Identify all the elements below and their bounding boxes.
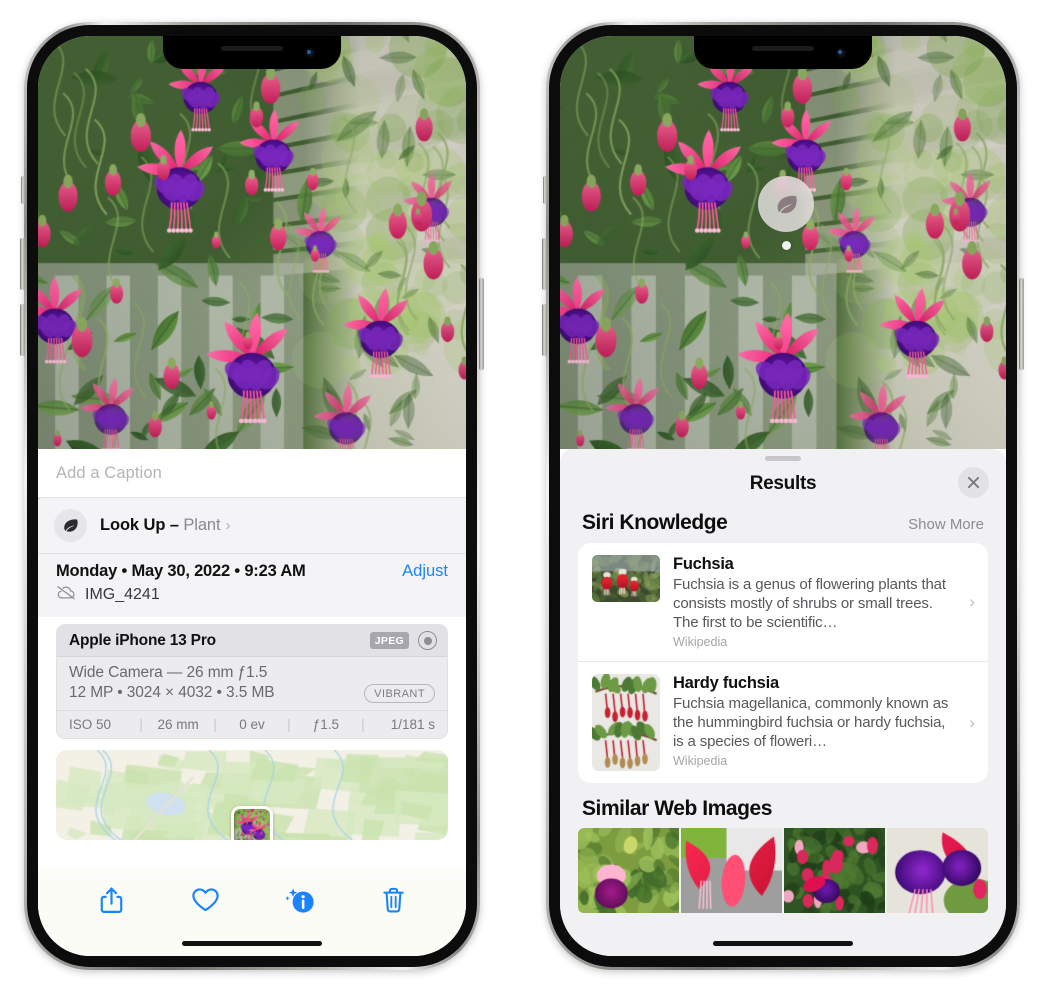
- front-camera: [305, 48, 315, 58]
- mute-switch[interactable]: [543, 176, 547, 204]
- web-image-thumbnail[interactable]: [887, 828, 988, 914]
- web-image-thumbnail[interactable]: [681, 828, 782, 914]
- look-up-label: Look Up – Plant ›: [100, 516, 230, 535]
- icloud-slash-icon: [56, 585, 76, 605]
- photo-date: Monday • May 30, 2022 • 9:23 AM: [56, 562, 306, 580]
- look-up-title: Look Up –: [100, 516, 179, 534]
- screenshot-stage: Add a Caption ✦ ✦ Look Up – Plant›: [0, 0, 1055, 985]
- pin-thumbnail: [234, 808, 270, 840]
- siri-knowledge-header: Siri Knowledge Show More: [560, 507, 1006, 543]
- visual-lookup-leaf-icon[interactable]: [758, 176, 814, 232]
- notch: [163, 36, 341, 69]
- chevron-right-icon: ›: [969, 592, 975, 612]
- result-source: Wikipedia: [673, 754, 728, 769]
- camera-device-name: Apple iPhone 13 Pro: [69, 631, 216, 649]
- exif-shutter: 1/181 s: [390, 716, 436, 732]
- result-source: Wikipedia: [673, 635, 728, 650]
- exif-exposure-bias: 0 ev: [239, 716, 265, 732]
- close-icon[interactable]: [958, 467, 989, 498]
- map-photo-pin[interactable]: [231, 805, 273, 840]
- look-up-subject: Plant: [183, 516, 221, 534]
- result-title: Hardy fuchsia: [673, 674, 779, 693]
- similar-web-images-header: Similar Web Images: [560, 783, 1006, 828]
- look-up-row[interactable]: ✦ ✦ Look Up – Plant›: [38, 492, 466, 553]
- fuchsia-photo: [38, 36, 466, 449]
- result-description: Fuchsia magellanica, commonly known as t…: [673, 695, 949, 751]
- section-title: Siri Knowledge: [582, 511, 728, 534]
- exif-aperture: ƒ1.5: [312, 716, 340, 732]
- results-sheet: Results Siri Knowledge Show More Fuchsia…: [560, 449, 1006, 956]
- volume-up-button[interactable]: [542, 238, 547, 290]
- lens-info: Wide Camera — 26 mm ƒ1.5: [69, 664, 268, 681]
- list-item[interactable]: Hardy fuchsia Fuchsia magellanica, commo…: [578, 661, 988, 783]
- list-item[interactable]: Fuchsia Fuchsia is a genus of flowering …: [578, 543, 988, 661]
- format-badge: JPEG: [369, 632, 409, 649]
- caption-placeholder: Add a Caption: [56, 463, 162, 482]
- aperture-icon: [418, 631, 437, 650]
- mute-switch[interactable]: [21, 176, 25, 204]
- camera-info-body: Wide Camera — 26 mm ƒ1.5 12 MP • 3024 × …: [57, 657, 447, 710]
- power-button[interactable]: [479, 278, 484, 370]
- notch: [694, 36, 872, 69]
- location-map[interactable]: [56, 749, 448, 840]
- results-title: Results: [749, 473, 817, 494]
- chevron-right-icon: ›: [969, 712, 975, 732]
- siri-knowledge-card: Fuchsia Fuchsia is a genus of flowering …: [578, 543, 988, 784]
- resolution-info: 12 MP • 3024 × 4032 • 3.5 MB: [69, 684, 275, 702]
- chevron-right-icon: ›: [225, 517, 231, 534]
- earpiece-speaker: [221, 46, 283, 51]
- exposure-stats: ISO 50 | 26 mm | 0 ev | ƒ1.5 | 1/181 s: [57, 709, 447, 738]
- favorite-button[interactable]: [182, 878, 228, 922]
- result-thumbnail: [592, 555, 660, 602]
- web-image-thumbnail[interactable]: [578, 828, 679, 914]
- camera-info-header: Apple iPhone 13 Pro JPEG: [57, 625, 447, 657]
- result-title: Fuchsia: [673, 555, 734, 573]
- photographic-style-badge: VIBRANT: [364, 684, 435, 703]
- screen-left: Add a Caption ✦ ✦ Look Up – Plant›: [38, 36, 466, 956]
- camera-info-card[interactable]: Apple iPhone 13 Pro JPEG Wide Camera — 2…: [56, 624, 448, 739]
- share-button[interactable]: [88, 878, 134, 922]
- screen-right: Results Siri Knowledge Show More Fuchsia…: [560, 36, 1006, 956]
- show-more-button[interactable]: Show More: [908, 516, 984, 533]
- power-button[interactable]: [1019, 278, 1024, 370]
- caption-field[interactable]: Add a Caption: [38, 449, 466, 497]
- photo-filename: IMG_4241: [85, 586, 160, 603]
- visual-lookup-anchor-dot: [782, 241, 791, 250]
- result-thumbnail: [592, 674, 660, 772]
- home-indicator[interactable]: [713, 941, 853, 946]
- delete-button[interactable]: [370, 878, 416, 922]
- leaf-icon: [54, 509, 87, 542]
- section-title: Similar Web Images: [582, 797, 772, 821]
- photo-metadata: Monday • May 30, 2022 • 9:23 AM Adjust I…: [38, 553, 466, 617]
- front-camera: [836, 48, 846, 58]
- iphone-left: Add a Caption ✦ ✦ Look Up – Plant›: [20, 22, 484, 970]
- exif-focal: 26 mm: [157, 716, 199, 732]
- earpiece-speaker: [752, 46, 814, 51]
- web-image-thumbnail[interactable]: [784, 828, 885, 914]
- exif-iso: ISO 50: [69, 716, 112, 732]
- info-button[interactable]: [276, 878, 322, 922]
- similar-web-images-strip[interactable]: [560, 828, 1006, 914]
- volume-up-button[interactable]: [20, 238, 25, 290]
- result-description: Fuchsia is a genus of flowering plants t…: [673, 576, 946, 632]
- volume-down-button[interactable]: [542, 304, 547, 356]
- adjust-button[interactable]: Adjust: [402, 562, 448, 581]
- home-indicator[interactable]: [182, 941, 322, 946]
- photo-viewer[interactable]: [38, 36, 466, 449]
- iphone-right: Results Siri Knowledge Show More Fuchsia…: [542, 22, 1024, 970]
- results-header: Results: [560, 461, 1006, 507]
- sparkle-icon: ✦: [38, 492, 43, 507]
- volume-down-button[interactable]: [20, 304, 25, 356]
- photo-info-sheet: Add a Caption ✦ ✦ Look Up – Plant›: [38, 449, 466, 956]
